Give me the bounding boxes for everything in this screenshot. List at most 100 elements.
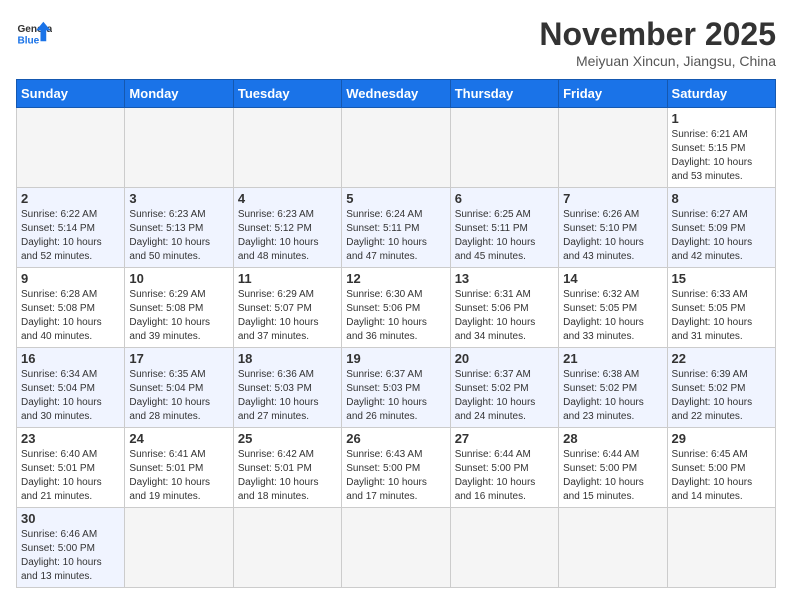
day-info: Sunrise: 6:22 AM Sunset: 5:14 PM Dayligh…	[21, 208, 120, 264]
calendar-day-cell: 7 Sunrise: 6:26 AM Sunset: 5:10 PM Daylig…	[559, 188, 667, 268]
day-number: 30	[21, 511, 120, 526]
day-number: 19	[346, 351, 445, 366]
calendar-day-cell: 21 Sunrise: 6:38 AM Sunset: 5:02 PM Dayli…	[559, 348, 667, 428]
day-info: Sunrise: 6:44 AM Sunset: 5:00 PM Dayligh…	[563, 448, 662, 504]
calendar-day-cell	[450, 508, 558, 588]
day-number: 22	[672, 351, 771, 366]
calendar-day-cell: 5 Sunrise: 6:24 AM Sunset: 5:11 PM Daylig…	[342, 188, 450, 268]
day-info: Sunrise: 6:40 AM Sunset: 5:01 PM Dayligh…	[21, 448, 120, 504]
day-number: 24	[129, 431, 228, 446]
calendar-day-cell: 25 Sunrise: 6:42 AM Sunset: 5:01 PM Dayli…	[233, 428, 341, 508]
calendar-day-cell	[233, 108, 341, 188]
calendar-day-cell: 20 Sunrise: 6:37 AM Sunset: 5:02 PM Dayli…	[450, 348, 558, 428]
day-number: 5	[346, 191, 445, 206]
calendar-day-cell: 1 Sunrise: 6:21 AM Sunset: 5:15 PM Daylig…	[667, 108, 775, 188]
day-number: 29	[672, 431, 771, 446]
calendar-day-cell: 27 Sunrise: 6:44 AM Sunset: 5:00 PM Dayli…	[450, 428, 558, 508]
page-header: General Blue November 2025 Meiyuan Xincu…	[16, 16, 776, 69]
calendar-day-cell: 3Sunrise: 6:23 AM Sunset: 5:13 PM Daylig…	[125, 188, 233, 268]
day-number: 3	[129, 191, 228, 206]
day-number: 23	[21, 431, 120, 446]
day-info: Sunrise: 6:39 AM Sunset: 5:02 PM Dayligh…	[672, 368, 771, 424]
calendar-day-cell: 8Sunrise: 6:27 AM Sunset: 5:09 PM Daylig…	[667, 188, 775, 268]
day-info: Sunrise: 6:29 AM Sunset: 5:07 PM Dayligh…	[238, 288, 337, 344]
calendar-day-cell	[559, 108, 667, 188]
calendar-day-cell: 15Sunrise: 6:33 AM Sunset: 5:05 PM Dayli…	[667, 268, 775, 348]
day-info: Sunrise: 6:26 AM Sunset: 5:10 PM Dayligh…	[563, 208, 662, 264]
calendar-week-row: 9 Sunrise: 6:28 AM Sunset: 5:08 PM Daylig…	[17, 268, 776, 348]
day-info: Sunrise: 6:44 AM Sunset: 5:00 PM Dayligh…	[455, 448, 554, 504]
day-info: Sunrise: 6:31 AM Sunset: 5:06 PM Dayligh…	[455, 288, 554, 344]
calendar-header-saturday: Saturday	[667, 80, 775, 108]
calendar-day-cell: 26Sunrise: 6:43 AM Sunset: 5:00 PM Dayli…	[342, 428, 450, 508]
calendar-day-cell	[667, 508, 775, 588]
day-info: Sunrise: 6:34 AM Sunset: 5:04 PM Dayligh…	[21, 368, 120, 424]
day-info: Sunrise: 6:37 AM Sunset: 5:02 PM Dayligh…	[455, 368, 554, 424]
calendar-header-monday: Monday	[125, 80, 233, 108]
month-title: November 2025	[539, 16, 776, 53]
day-number: 4	[238, 191, 337, 206]
day-info: Sunrise: 6:42 AM Sunset: 5:01 PM Dayligh…	[238, 448, 337, 504]
calendar-day-cell	[125, 508, 233, 588]
calendar-day-cell	[125, 108, 233, 188]
calendar-day-cell	[342, 508, 450, 588]
day-number: 28	[563, 431, 662, 446]
day-number: 17	[129, 351, 228, 366]
day-number: 13	[455, 271, 554, 286]
calendar-day-cell: 22 Sunrise: 6:39 AM Sunset: 5:02 PM Dayli…	[667, 348, 775, 428]
day-info: Sunrise: 6:32 AM Sunset: 5:05 PM Dayligh…	[563, 288, 662, 344]
day-number: 20	[455, 351, 554, 366]
day-info: Sunrise: 6:46 AM Sunset: 5:00 PM Dayligh…	[21, 528, 120, 584]
location-subtitle: Meiyuan Xincun, Jiangsu, China	[539, 53, 776, 69]
calendar-header-wednesday: Wednesday	[342, 80, 450, 108]
day-number: 16	[21, 351, 120, 366]
day-info: Sunrise: 6:45 AM Sunset: 5:00 PM Dayligh…	[672, 448, 771, 504]
calendar-day-cell: 16 Sunrise: 6:34 AM Sunset: 5:04 PM Dayli…	[17, 348, 125, 428]
calendar-header-tuesday: Tuesday	[233, 80, 341, 108]
day-info: Sunrise: 6:21 AM Sunset: 5:15 PM Dayligh…	[672, 128, 771, 184]
title-block: November 2025 Meiyuan Xincun, Jiangsu, C…	[539, 16, 776, 69]
day-number: 12	[346, 271, 445, 286]
day-info: Sunrise: 6:36 AM Sunset: 5:03 PM Dayligh…	[238, 368, 337, 424]
calendar-day-cell: 23 Sunrise: 6:40 AM Sunset: 5:01 PM Dayli…	[17, 428, 125, 508]
calendar-day-cell: 29 Sunrise: 6:45 AM Sunset: 5:00 PM Dayli…	[667, 428, 775, 508]
calendar-day-cell: 4Sunrise: 6:23 AM Sunset: 5:12 PM Daylig…	[233, 188, 341, 268]
logo-icon: General Blue	[16, 16, 52, 52]
calendar-header-friday: Friday	[559, 80, 667, 108]
day-info: Sunrise: 6:35 AM Sunset: 5:04 PM Dayligh…	[129, 368, 228, 424]
calendar-week-row: 16 Sunrise: 6:34 AM Sunset: 5:04 PM Dayli…	[17, 348, 776, 428]
calendar-day-cell	[17, 108, 125, 188]
calendar-day-cell	[342, 108, 450, 188]
calendar-header-thursday: Thursday	[450, 80, 558, 108]
day-number: 27	[455, 431, 554, 446]
day-number: 7	[563, 191, 662, 206]
day-number: 1	[672, 111, 771, 126]
day-number: 9	[21, 271, 120, 286]
calendar-day-cell: 24Sunrise: 6:41 AM Sunset: 5:01 PM Dayli…	[125, 428, 233, 508]
day-info: Sunrise: 6:28 AM Sunset: 5:08 PM Dayligh…	[21, 288, 120, 344]
day-number: 14	[563, 271, 662, 286]
day-number: 26	[346, 431, 445, 446]
day-number: 8	[672, 191, 771, 206]
calendar-week-row: 23 Sunrise: 6:40 AM Sunset: 5:01 PM Dayli…	[17, 428, 776, 508]
day-number: 21	[563, 351, 662, 366]
calendar-day-cell: 18 Sunrise: 6:36 AM Sunset: 5:03 PM Dayli…	[233, 348, 341, 428]
calendar-day-cell	[559, 508, 667, 588]
calendar-day-cell: 14 Sunrise: 6:32 AM Sunset: 5:05 PM Dayli…	[559, 268, 667, 348]
calendar-day-cell	[233, 508, 341, 588]
day-number: 25	[238, 431, 337, 446]
day-number: 10	[129, 271, 228, 286]
calendar-day-cell: 10Sunrise: 6:29 AM Sunset: 5:08 PM Dayli…	[125, 268, 233, 348]
day-info: Sunrise: 6:30 AM Sunset: 5:06 PM Dayligh…	[346, 288, 445, 344]
calendar-day-cell: 2Sunrise: 6:22 AM Sunset: 5:14 PM Daylig…	[17, 188, 125, 268]
day-number: 6	[455, 191, 554, 206]
calendar-day-cell: 30 Sunrise: 6:46 AM Sunset: 5:00 PM Dayli…	[17, 508, 125, 588]
day-info: Sunrise: 6:33 AM Sunset: 5:05 PM Dayligh…	[672, 288, 771, 344]
day-number: 18	[238, 351, 337, 366]
calendar-header-row: SundayMondayTuesdayWednesdayThursdayFrid…	[17, 80, 776, 108]
calendar-table: SundayMondayTuesdayWednesdayThursdayFrid…	[16, 79, 776, 588]
day-info: Sunrise: 6:24 AM Sunset: 5:11 PM Dayligh…	[346, 208, 445, 264]
calendar-week-row: 2Sunrise: 6:22 AM Sunset: 5:14 PM Daylig…	[17, 188, 776, 268]
calendar-day-cell: 28 Sunrise: 6:44 AM Sunset: 5:00 PM Dayli…	[559, 428, 667, 508]
day-info: Sunrise: 6:38 AM Sunset: 5:02 PM Dayligh…	[563, 368, 662, 424]
